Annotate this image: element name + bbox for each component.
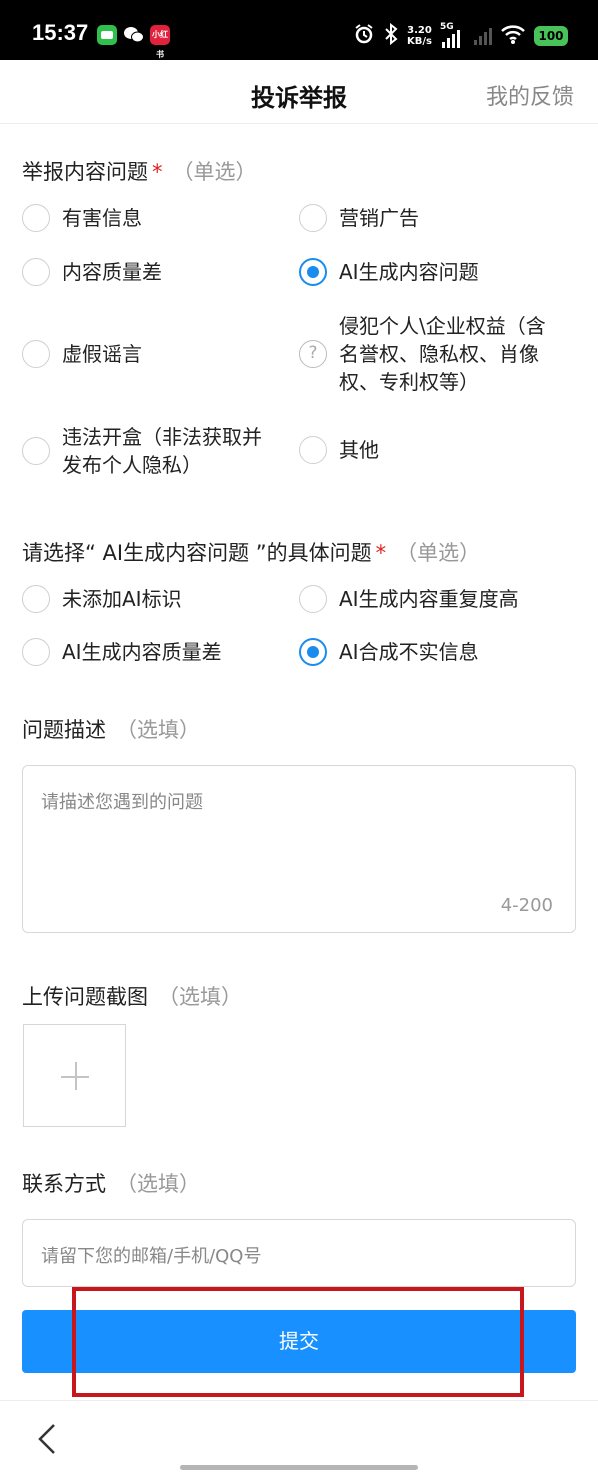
radio-button[interactable] xyxy=(22,638,50,666)
message-app-icon xyxy=(97,25,117,45)
upload-image-button[interactable] xyxy=(23,1024,126,1127)
net-speed-unit: KB/s xyxy=(407,36,432,47)
option-label: 营销广告 xyxy=(339,206,419,230)
radio-button[interactable] xyxy=(22,258,50,286)
option-label: 内容质量差 xyxy=(62,260,162,284)
option-label-line: 名誉权、隐私权、肖像 xyxy=(339,342,539,366)
option-label: AI生成内容重复度高 xyxy=(339,587,519,611)
section-content-issue-title: 举报内容问题 * （单选） xyxy=(22,156,257,186)
description-title: 问题描述 （选填） xyxy=(22,714,200,744)
status-bar: 15:37 小红书 3.20 KB/s 5G 100 xyxy=(0,0,598,60)
char-counter: 4-200 xyxy=(500,895,553,916)
section-title-text: 联系方式 xyxy=(22,1172,106,1196)
section-ai-issue-title: 请选择“ AI生成内容问题 ”的具体问题 * （单选） xyxy=(22,537,480,567)
section-title-text: 上传问题截图 xyxy=(22,985,148,1009)
description-textarea[interactable]: 请描述您遇到的问题 4-200 xyxy=(22,765,576,933)
contact-input[interactable]: 请留下您的邮箱/手机/QQ号 xyxy=(22,1219,576,1287)
single-select-hint: （单选） xyxy=(172,160,257,184)
radio-button[interactable] xyxy=(299,585,327,613)
description-placeholder: 请描述您遇到的问题 xyxy=(41,792,203,813)
bluetooth-icon xyxy=(383,22,399,49)
bottom-nav xyxy=(0,1400,598,1472)
highlight-annotation-box xyxy=(72,1287,524,1397)
signal-icon: 5G xyxy=(440,22,466,48)
section-title-text: 请选择“ AI生成内容问题 ”的具体问题 xyxy=(22,541,372,565)
option-other[interactable]: 其他 xyxy=(299,436,379,464)
option-label: 违法开盒（非法获取并 发布个人隐私） xyxy=(62,423,262,479)
option-low-quality[interactable]: 内容质量差 xyxy=(22,258,162,286)
option-label-line: 违法开盒（非法获取并 xyxy=(62,425,262,449)
wifi-icon xyxy=(500,23,526,49)
signal-2-icon xyxy=(474,27,492,45)
battery-icon: 100 xyxy=(534,26,568,46)
option-label-line: 权、专利权等） xyxy=(339,370,479,394)
option-label-line: 发布个人隐私） xyxy=(62,453,202,477)
section-title-text: 问题描述 xyxy=(22,718,106,742)
my-feedback-link[interactable]: 我的反馈 xyxy=(486,79,574,111)
radio-button-checked[interactable] xyxy=(299,638,327,666)
radio-button[interactable] xyxy=(22,585,50,613)
option-harmful-info[interactable]: 有害信息 xyxy=(22,204,142,232)
back-icon[interactable] xyxy=(34,1419,64,1459)
question-mark-icon[interactable]: ? xyxy=(299,340,327,368)
option-label: 其他 xyxy=(339,438,379,462)
option-illegal-doxxing[interactable]: 违法开盒（非法获取并 发布个人隐私） xyxy=(22,423,262,479)
required-mark: * xyxy=(152,160,163,184)
contact-placeholder: 请留下您的邮箱/手机/QQ号 xyxy=(41,1246,262,1267)
option-label: AI合成不实信息 xyxy=(339,640,479,664)
home-indicator[interactable] xyxy=(180,1465,418,1470)
option-label: AI生成内容质量差 xyxy=(62,640,222,664)
option-ai-generated-issue[interactable]: AI生成内容问题 xyxy=(299,258,479,286)
single-select-hint: （单选） xyxy=(396,541,481,565)
xiaohongshu-icon: 小红书 xyxy=(150,25,170,59)
wechat-icon xyxy=(123,25,144,45)
option-rights-infringement[interactable]: ? 侵犯个人\企业权益（含 名誉权、隐私权、肖像 权、专利权等） xyxy=(299,312,546,396)
net-speed: 3.20 KB/s xyxy=(407,25,432,47)
option-label: 侵犯个人\企业权益（含 名誉权、隐私权、肖像 权、专利权等） xyxy=(339,312,546,396)
contact-title: 联系方式 （选填） xyxy=(22,1168,200,1198)
alarm-icon xyxy=(353,23,375,49)
optional-hint: （选填） xyxy=(116,718,200,742)
option-label: 有害信息 xyxy=(62,206,142,230)
option-ai-high-duplication[interactable]: AI生成内容重复度高 xyxy=(299,585,519,613)
status-time: 15:37 xyxy=(32,20,89,45)
required-mark: * xyxy=(375,541,387,565)
section-title-text: 举报内容问题 xyxy=(22,160,148,184)
page-header: 投诉举报 我的反馈 xyxy=(0,60,598,124)
radio-button[interactable] xyxy=(22,204,50,232)
radio-button-checked[interactable] xyxy=(299,258,327,286)
option-no-ai-label[interactable]: 未添加AI标识 xyxy=(22,585,182,613)
radio-button[interactable] xyxy=(299,204,327,232)
optional-hint: （选填） xyxy=(158,985,242,1009)
option-ai-low-quality[interactable]: AI生成内容质量差 xyxy=(22,638,222,666)
radio-button[interactable] xyxy=(22,340,50,368)
optional-hint: （选填） xyxy=(116,1172,200,1196)
radio-button[interactable] xyxy=(299,436,327,464)
option-ai-false-info[interactable]: AI合成不实信息 xyxy=(299,638,479,666)
net-speed-value: 3.20 xyxy=(407,25,432,36)
status-right-icons: 3.20 KB/s 5G 100 xyxy=(353,22,568,50)
option-label-line: 侵犯个人\企业权益（含 xyxy=(339,314,546,338)
option-label: 未添加AI标识 xyxy=(62,587,182,611)
option-label: 虚假谣言 xyxy=(62,342,142,366)
upload-title: 上传问题截图 （选填） xyxy=(22,981,242,1011)
option-marketing-ad[interactable]: 营销广告 xyxy=(299,204,419,232)
option-label: AI生成内容问题 xyxy=(339,260,479,284)
radio-button[interactable] xyxy=(22,437,50,465)
option-false-rumor[interactable]: 虚假谣言 xyxy=(22,340,142,368)
